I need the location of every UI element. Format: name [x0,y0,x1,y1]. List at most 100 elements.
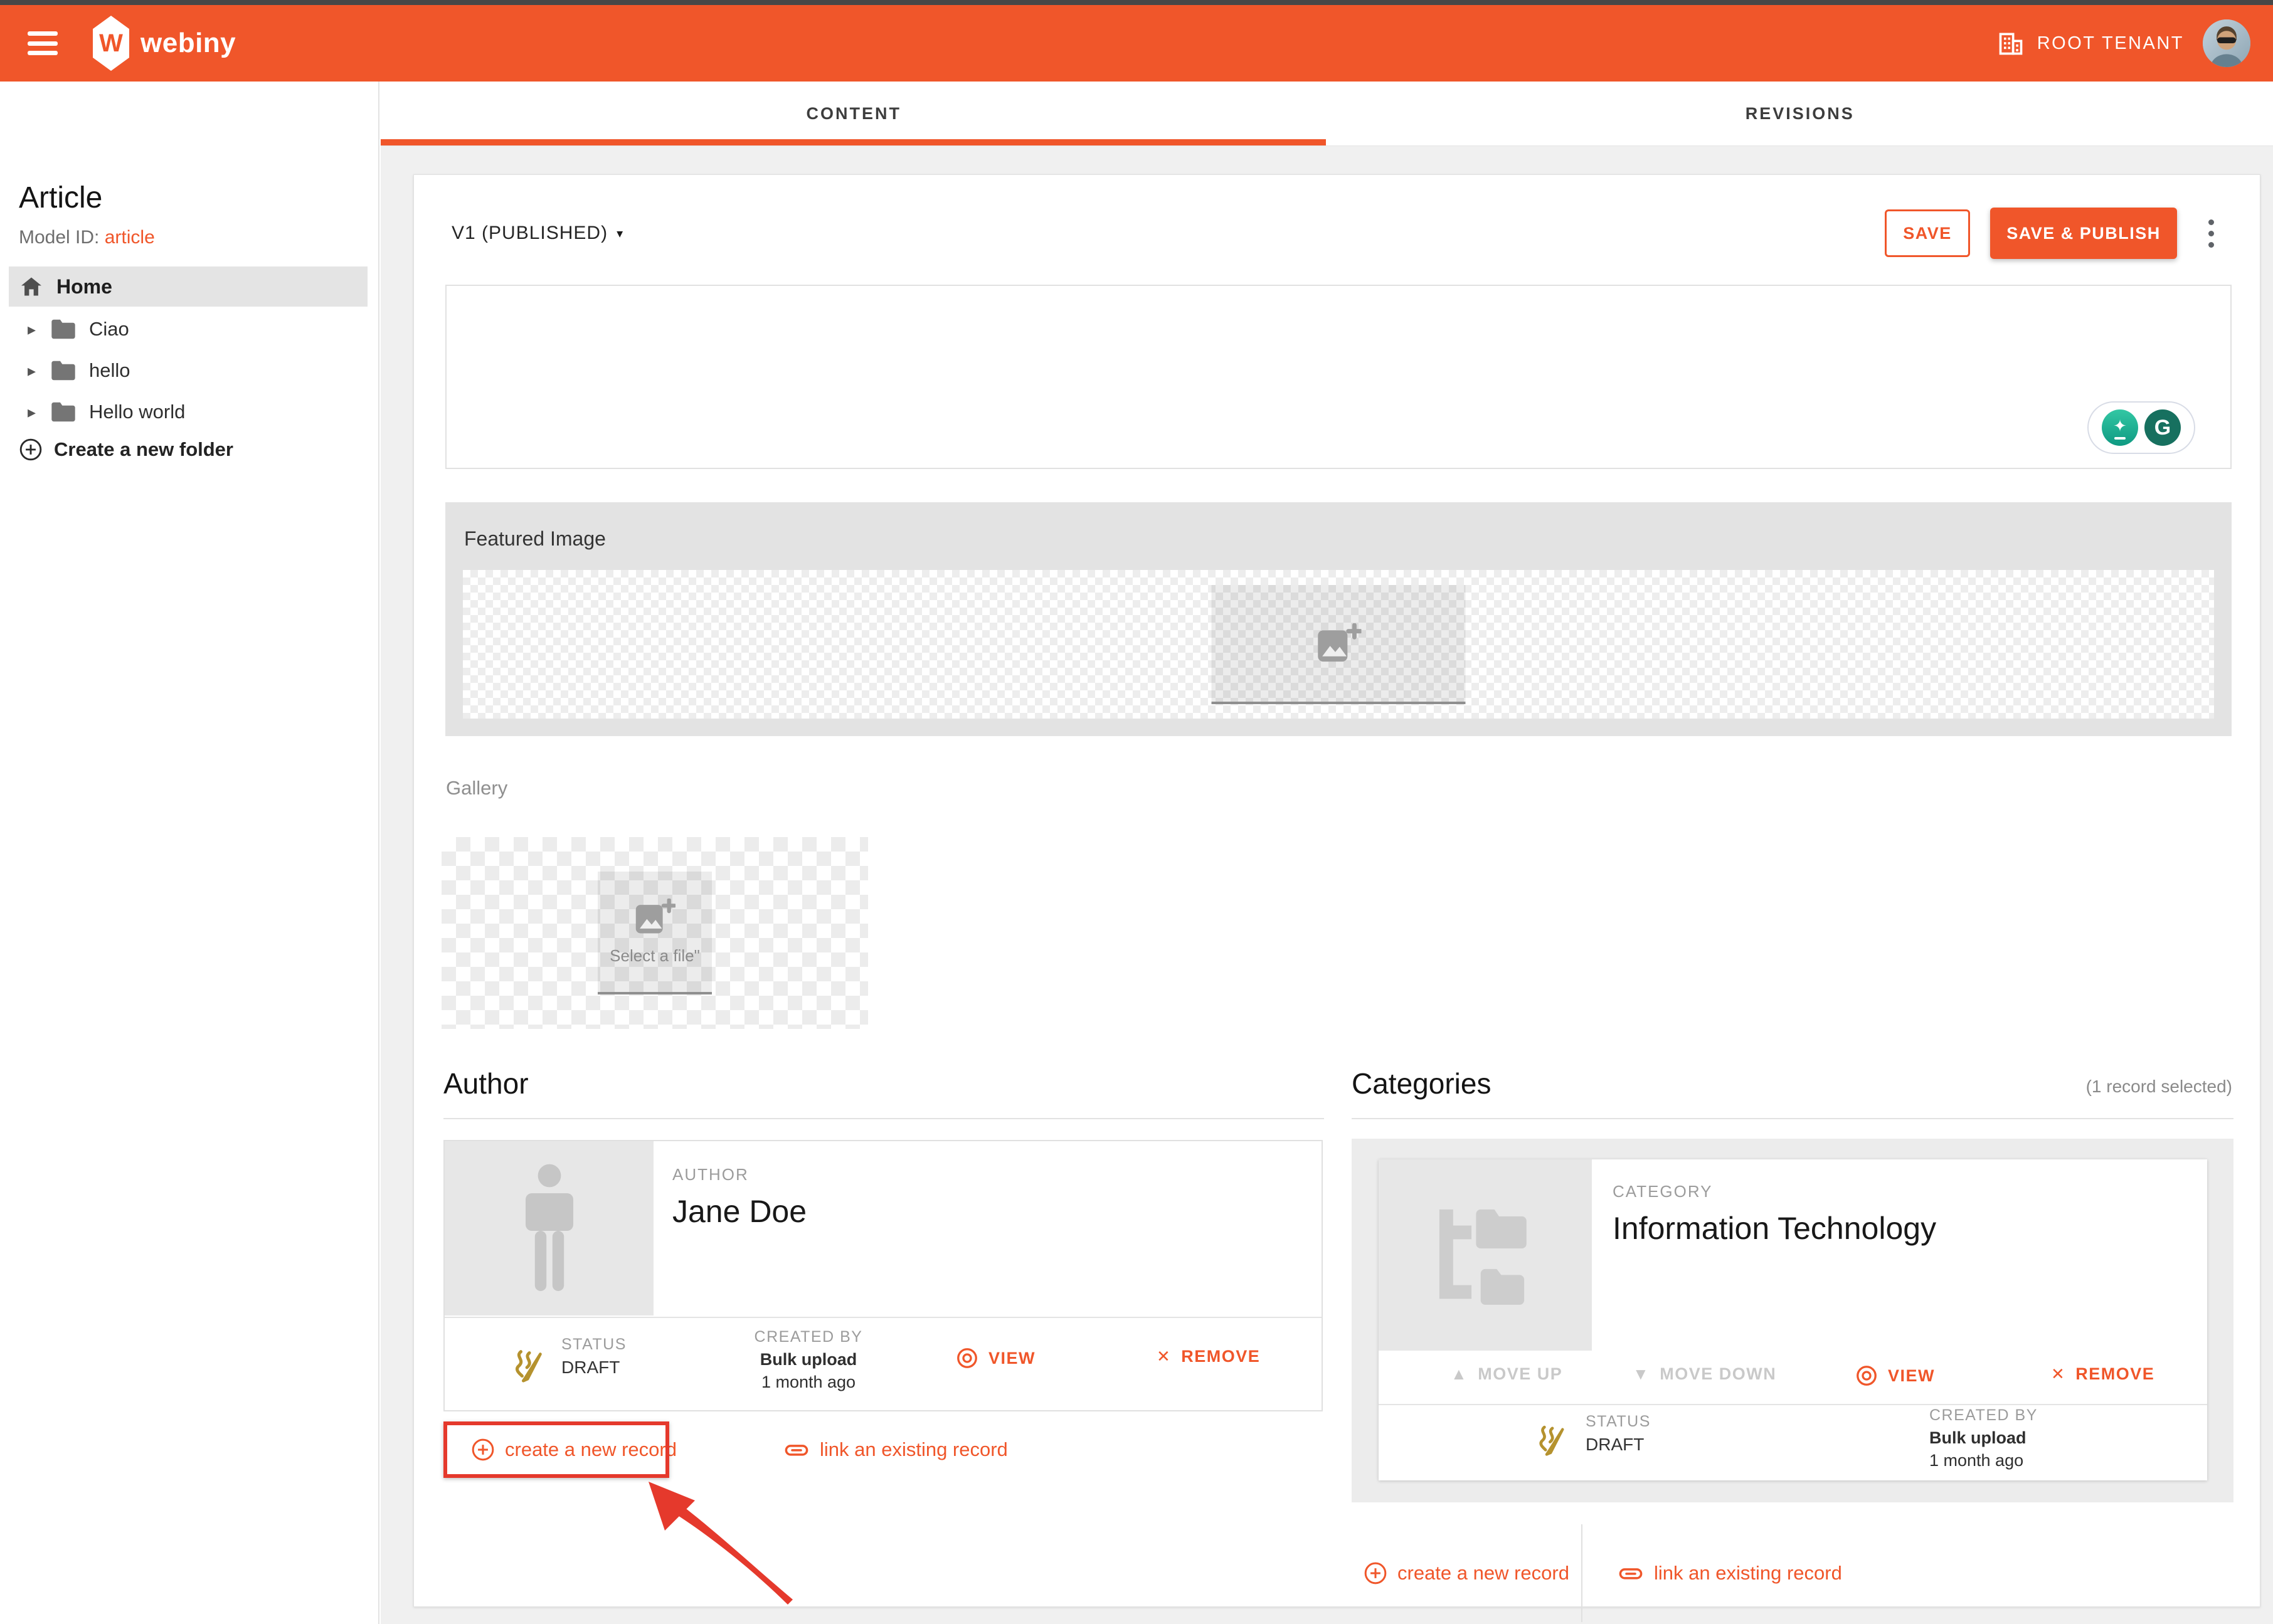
move-up-button[interactable]: ▲ MOVE UP [1451,1364,1562,1384]
tenant-label: ROOT TENANT [2037,33,2184,54]
move-down-label: MOVE DOWN [1660,1364,1776,1384]
categories-section-heading: Categories [1352,1067,1491,1100]
save-publish-button[interactable]: SAVE & PUBLISH [1990,208,2177,259]
model-id: Model ID: article [19,227,155,248]
status-label: STATUS [1586,1413,1651,1431]
view-label: VIEW [988,1349,1036,1368]
caret-down-icon: ▾ [617,226,623,241]
appbar-right: ROOT TENANT [1997,19,2250,67]
remove-label: REMOVE [2075,1364,2154,1384]
status-draft-icon [1534,1421,1571,1458]
create-folder-label: Create a new folder [54,438,233,461]
grammarly-icon[interactable]: G [2144,409,2181,446]
categories-divider [1352,1118,2233,1119]
entry-toolbar: V1 (PUBLISHED) ▾ SAVE SAVE & PUBLISH [452,205,2223,261]
created-by-value: Bulk upload [708,1348,909,1371]
category-remove-button[interactable]: ✕ REMOVE [2051,1364,2154,1384]
status-label: STATUS [561,1336,627,1354]
create-new-folder-button[interactable]: Create a new folder [19,438,233,461]
category-record-actions: create a new record link an existing rec… [1352,1524,2233,1622]
folder-icon [50,319,77,340]
brand-name: webiny [140,28,236,59]
page-title: Article [19,181,102,215]
chevron-right-icon[interactable]: ▸ [28,403,40,422]
featured-image-field: Featured Image [445,502,2232,736]
author-section-heading: Author [443,1067,529,1100]
author-remove-button[interactable]: ✕ REMOVE [1157,1347,1260,1366]
sidebar-item-folder-hello-world[interactable]: ▸ Hello world [0,391,379,433]
featured-image-label: Featured Image [464,527,606,551]
view-label: VIEW [1888,1366,1935,1386]
author-name: Jane Doe [672,1193,807,1230]
category-name: Information Technology [1613,1210,1936,1247]
tenant-selector[interactable]: ROOT TENANT [1997,29,2184,57]
featured-image-dropzone[interactable] [463,570,2214,719]
grammarly-widget[interactable]: ✦ G [2087,401,2195,454]
user-avatar[interactable] [2203,19,2250,67]
save-button[interactable]: SAVE [1885,209,1970,257]
app-bar: W webiny ROOT TENANT [0,5,2273,82]
more-options-icon[interactable] [2198,219,2223,248]
plus-circle-icon [19,438,43,461]
author-divider [443,1118,1324,1119]
folder-label: Hello world [89,401,185,423]
category-type-label: CATEGORY [1613,1182,1936,1201]
created-by-label: CREATED BY [708,1327,909,1348]
author-create-record-link[interactable]: create a new record [471,1438,677,1462]
featured-image-upload-target[interactable] [1212,585,1466,704]
folder-tree-icon [1426,1196,1545,1315]
plus-circle-icon [1364,1561,1387,1585]
move-down-button[interactable]: ▼ MOVE DOWN [1633,1364,1776,1384]
gallery-dropzone[interactable]: Select a file" [442,837,868,1029]
category-meta-row: STATUS DRAFT CREATED BY Bulk upload 1 mo… [1379,1405,2207,1480]
sidebar-item-home[interactable]: Home [9,266,368,307]
created-ago: 1 month ago [1929,1449,2130,1472]
author-info: AUTHOR Jane Doe [672,1165,807,1230]
webiny-logo[interactable]: W webiny [93,16,236,71]
version-selector[interactable]: V1 (PUBLISHED) ▾ [452,223,623,244]
category-status: STATUS DRAFT [1586,1413,1651,1455]
author-meta-row: STATUS DRAFT CREATED BY Bulk upload 1 mo… [445,1318,1322,1411]
annotation-arrow [621,1479,797,1611]
create-record-label: create a new record [1397,1562,1569,1584]
remove-label: REMOVE [1181,1347,1260,1366]
arrow-down-icon: ▼ [1633,1364,1650,1384]
category-actions-row: ▲ MOVE UP ▼ MOVE DOWN VIEW [1379,1351,2207,1404]
author-photo-placeholder [445,1141,654,1316]
folder-tree: ▸ Ciao ▸ hello ▸ Hello world [0,308,379,433]
sidebar-item-folder-ciao[interactable]: ▸ Ciao [0,308,379,350]
webiny-hexagon-icon: W [93,16,129,71]
avatar-photo [2203,19,2250,67]
image-plus-icon [634,899,676,935]
home-icon [20,277,43,297]
category-record-card: CATEGORY Information Technology ▲ MOVE U… [1379,1159,2207,1480]
menu-icon[interactable] [28,31,58,55]
rich-text-editor[interactable]: ✦ G [445,285,2232,469]
category-view-button[interactable]: VIEW [1855,1364,1935,1387]
sidebar: Article Model ID: article Home ▸ Ciao ▸ [0,82,379,1624]
sparkle-icon: ✦ [2113,416,2127,436]
status-draft-icon [510,1346,549,1384]
suggestion-bulb-icon[interactable]: ✦ [2102,409,2138,446]
author-link-record-link[interactable]: link an existing record [783,1437,1008,1463]
model-id-value: article [105,227,155,248]
gallery-field-label: Gallery [446,777,507,799]
tab-content[interactable]: CONTENT [381,82,1327,145]
link-record-label: link an existing record [820,1438,1008,1461]
tab-bar: CONTENT REVISIONS [381,82,2273,146]
tab-revisions[interactable]: REVISIONS [1327,82,2273,145]
author-record-actions: create a new record link an existing rec… [471,1437,1008,1463]
drawer-shadow [0,947,19,1198]
chevron-right-icon[interactable]: ▸ [28,361,40,381]
category-link-record-link[interactable]: link an existing record [1618,1560,1842,1586]
author-view-button[interactable]: VIEW [956,1347,1036,1369]
folder-label: Ciao [89,318,129,340]
link-icon [1618,1560,1644,1586]
chevron-right-icon[interactable]: ▸ [28,320,40,339]
building-icon [1997,29,2025,57]
category-create-record-link[interactable]: create a new record [1364,1561,1569,1585]
tab-content-label: CONTENT [807,104,902,124]
category-info: CATEGORY Information Technology [1613,1182,1936,1247]
sidebar-item-folder-hello[interactable]: ▸ hello [0,350,379,391]
gallery-upload-target[interactable]: Select a file" [598,872,712,994]
